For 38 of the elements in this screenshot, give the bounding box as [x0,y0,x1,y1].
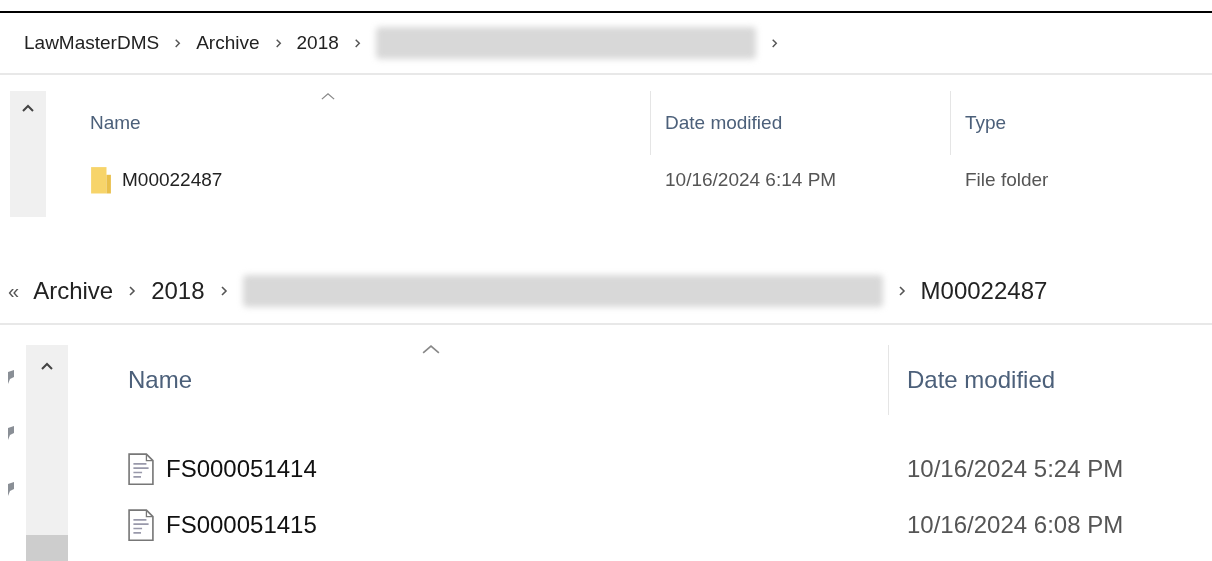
breadcrumb-item[interactable]: Archive [196,28,260,58]
breadcrumb-item[interactable]: 2018 [151,273,205,309]
breadcrumb-item[interactable]: M00022487 [920,273,1048,309]
date-modified: 10/16/2024 5:24 PM [906,454,1125,484]
scroll-up-icon[interactable] [40,361,54,371]
file-name[interactable]: FS000051414 [166,451,317,487]
date-modified: 10/16/2024 6:08 PM [906,510,1125,540]
breadcrumb-item[interactable]: LawMasterDMS [24,28,160,58]
column-header[interactable]: Date modified [907,362,1056,398]
sort-caret-icon [422,345,441,354]
chevron-icon [127,284,138,298]
column-header[interactable]: Type [965,108,1007,138]
chevron-icon [769,36,779,50]
scrollbar[interactable] [26,345,68,561]
file-type: File folder [964,167,1050,192]
overflow-chevrons[interactable]: « [8,276,20,306]
pin-icon [6,481,16,497]
chevron-icon [218,284,229,298]
date-modified: 10/16/2024 6:14 PM [664,167,838,192]
document-icon [128,452,154,486]
document-icon [128,508,154,542]
scrollbar[interactable] [10,91,46,217]
pin-icon [6,369,16,385]
column-header[interactable]: Date modified [665,108,783,138]
breadcrumb-item[interactable]: Archive [33,273,114,309]
pin-icon [6,425,16,441]
column-header[interactable]: Name [128,362,193,398]
folder-icon [90,165,112,195]
breadcrumb-item[interactable]: 2018 [296,28,339,58]
file-name[interactable]: FS000051415 [166,507,317,543]
chevron-icon [896,284,907,298]
chevron-icon [173,36,183,50]
file-name[interactable]: M00022487 [122,165,223,195]
chevron-icon [273,36,283,50]
column-header[interactable]: Name [90,108,141,138]
scroll-up-icon[interactable] [21,103,35,113]
chevron-icon [352,36,362,50]
sort-caret-icon [320,93,335,100]
